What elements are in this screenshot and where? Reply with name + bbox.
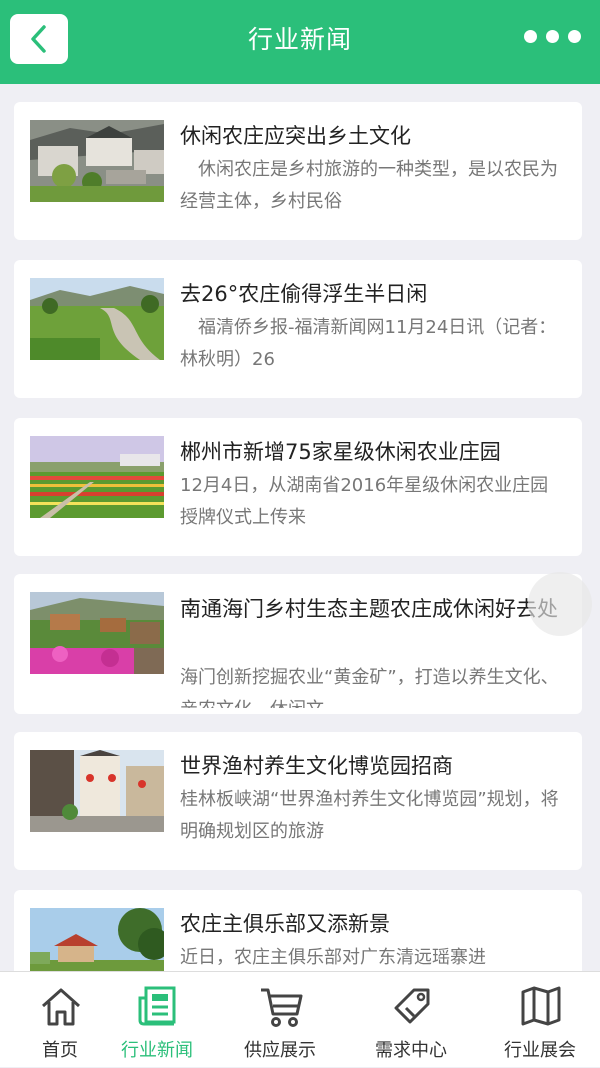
page-title: 行业新闻 [247, 25, 352, 54]
more-dot [568, 30, 581, 43]
news-title: 农庄主俱乐部又添新景 [180, 912, 390, 936]
news-thumbnail [30, 908, 164, 971]
news-thumbnail [30, 120, 164, 202]
news-item[interactable]: 休闲农庄应突出乡土文化 休闲农庄是乡村旅游的一种类型，是以农民为经营主体，乡村民… [14, 102, 582, 240]
tab-label: 行业展会 [504, 1040, 576, 1061]
tab-label: 行业新闻 [121, 1040, 193, 1061]
news-thumbnail [30, 592, 164, 674]
bottom-tab-bar: 首页 行业新闻 供应展示 需求中心 行业展会 [0, 971, 600, 1067]
news-summary: 近日，农庄主俱乐部对广东清远瑶寨进 [180, 947, 486, 968]
news-thumbnail [30, 278, 164, 360]
news-item[interactable]: 南通海门乡村生态主题农庄成休闲好去处 海门创新挖掘农业“黄金矿”，打造以养生文化… [14, 574, 582, 714]
news-summary: 休闲农庄是乡村旅游的一种类型，是以农民为经营主体，乡村民俗 [180, 159, 558, 212]
floating-scroll-handle[interactable] [528, 572, 592, 636]
tab-industry-news[interactable]: 行业新闻 [97, 972, 217, 1068]
tab-supply[interactable]: 供应展示 [220, 972, 340, 1068]
news-icon [138, 986, 176, 1026]
map-icon [521, 986, 561, 1026]
news-title: 休闲农庄应突出乡土文化 [180, 124, 411, 148]
cart-icon [261, 988, 303, 1027]
news-title: 世界渔村养生文化博览园招商 [180, 754, 453, 778]
news-summary: 桂林板峡湖“世界渔村养生文化博览园”规划，将明确规划区的旅游 [180, 789, 559, 842]
news-title: 南通海门乡村生态主题农庄成休闲好去处 [180, 597, 558, 621]
tab-label: 供应展示 [244, 1040, 316, 1061]
tab-exhibition[interactable]: 行业展会 [480, 972, 600, 1068]
more-dots-icon [524, 30, 537, 43]
news-item[interactable]: 郴州市新增75家星级休闲农业庄园 12月4日，从湖南省2016年星级休闲农业庄园… [14, 418, 582, 556]
news-thumbnail [30, 436, 164, 518]
news-title: 郴州市新增75家星级休闲农业庄园 [180, 440, 501, 464]
more-dot [546, 30, 559, 43]
news-item[interactable]: 世界渔村养生文化博览园招商 桂林板峡湖“世界渔村养生文化博览园”规划，将明确规划… [14, 732, 582, 870]
home-icon [42, 988, 80, 1026]
tag-icon [394, 988, 430, 1024]
more-button[interactable] [522, 26, 582, 50]
tab-demand[interactable]: 需求中心 [351, 972, 471, 1068]
news-summary: 海门创新挖掘农业“黄金矿”，打造以养生文化、亲农文化、休闲文 [180, 667, 559, 708]
app-header: 行业新闻 [0, 0, 600, 84]
news-item[interactable]: 去26°农庄偷得浮生半日闲 福清侨乡报-福清新闻网11月24日讯（记者：林秋明）… [14, 260, 582, 398]
tab-label: 需求中心 [375, 1040, 447, 1061]
news-list[interactable]: 休闲农庄应突出乡土文化 休闲农庄是乡村旅游的一种类型，是以农民为经营主体，乡村民… [0, 84, 600, 971]
news-item[interactable]: 农庄主俱乐部又添新景 近日，农庄主俱乐部对广东清远瑶寨进 [14, 890, 582, 971]
news-summary: 12月4日，从湖南省2016年星级休闲农业庄园授牌仪式上传来 [180, 475, 549, 528]
news-title: 去26°农庄偷得浮生半日闲 [180, 282, 428, 306]
news-summary: 福清侨乡报-福清新闻网11月24日讯（记者：林秋明）26 [180, 317, 557, 370]
news-thumbnail [30, 750, 164, 832]
